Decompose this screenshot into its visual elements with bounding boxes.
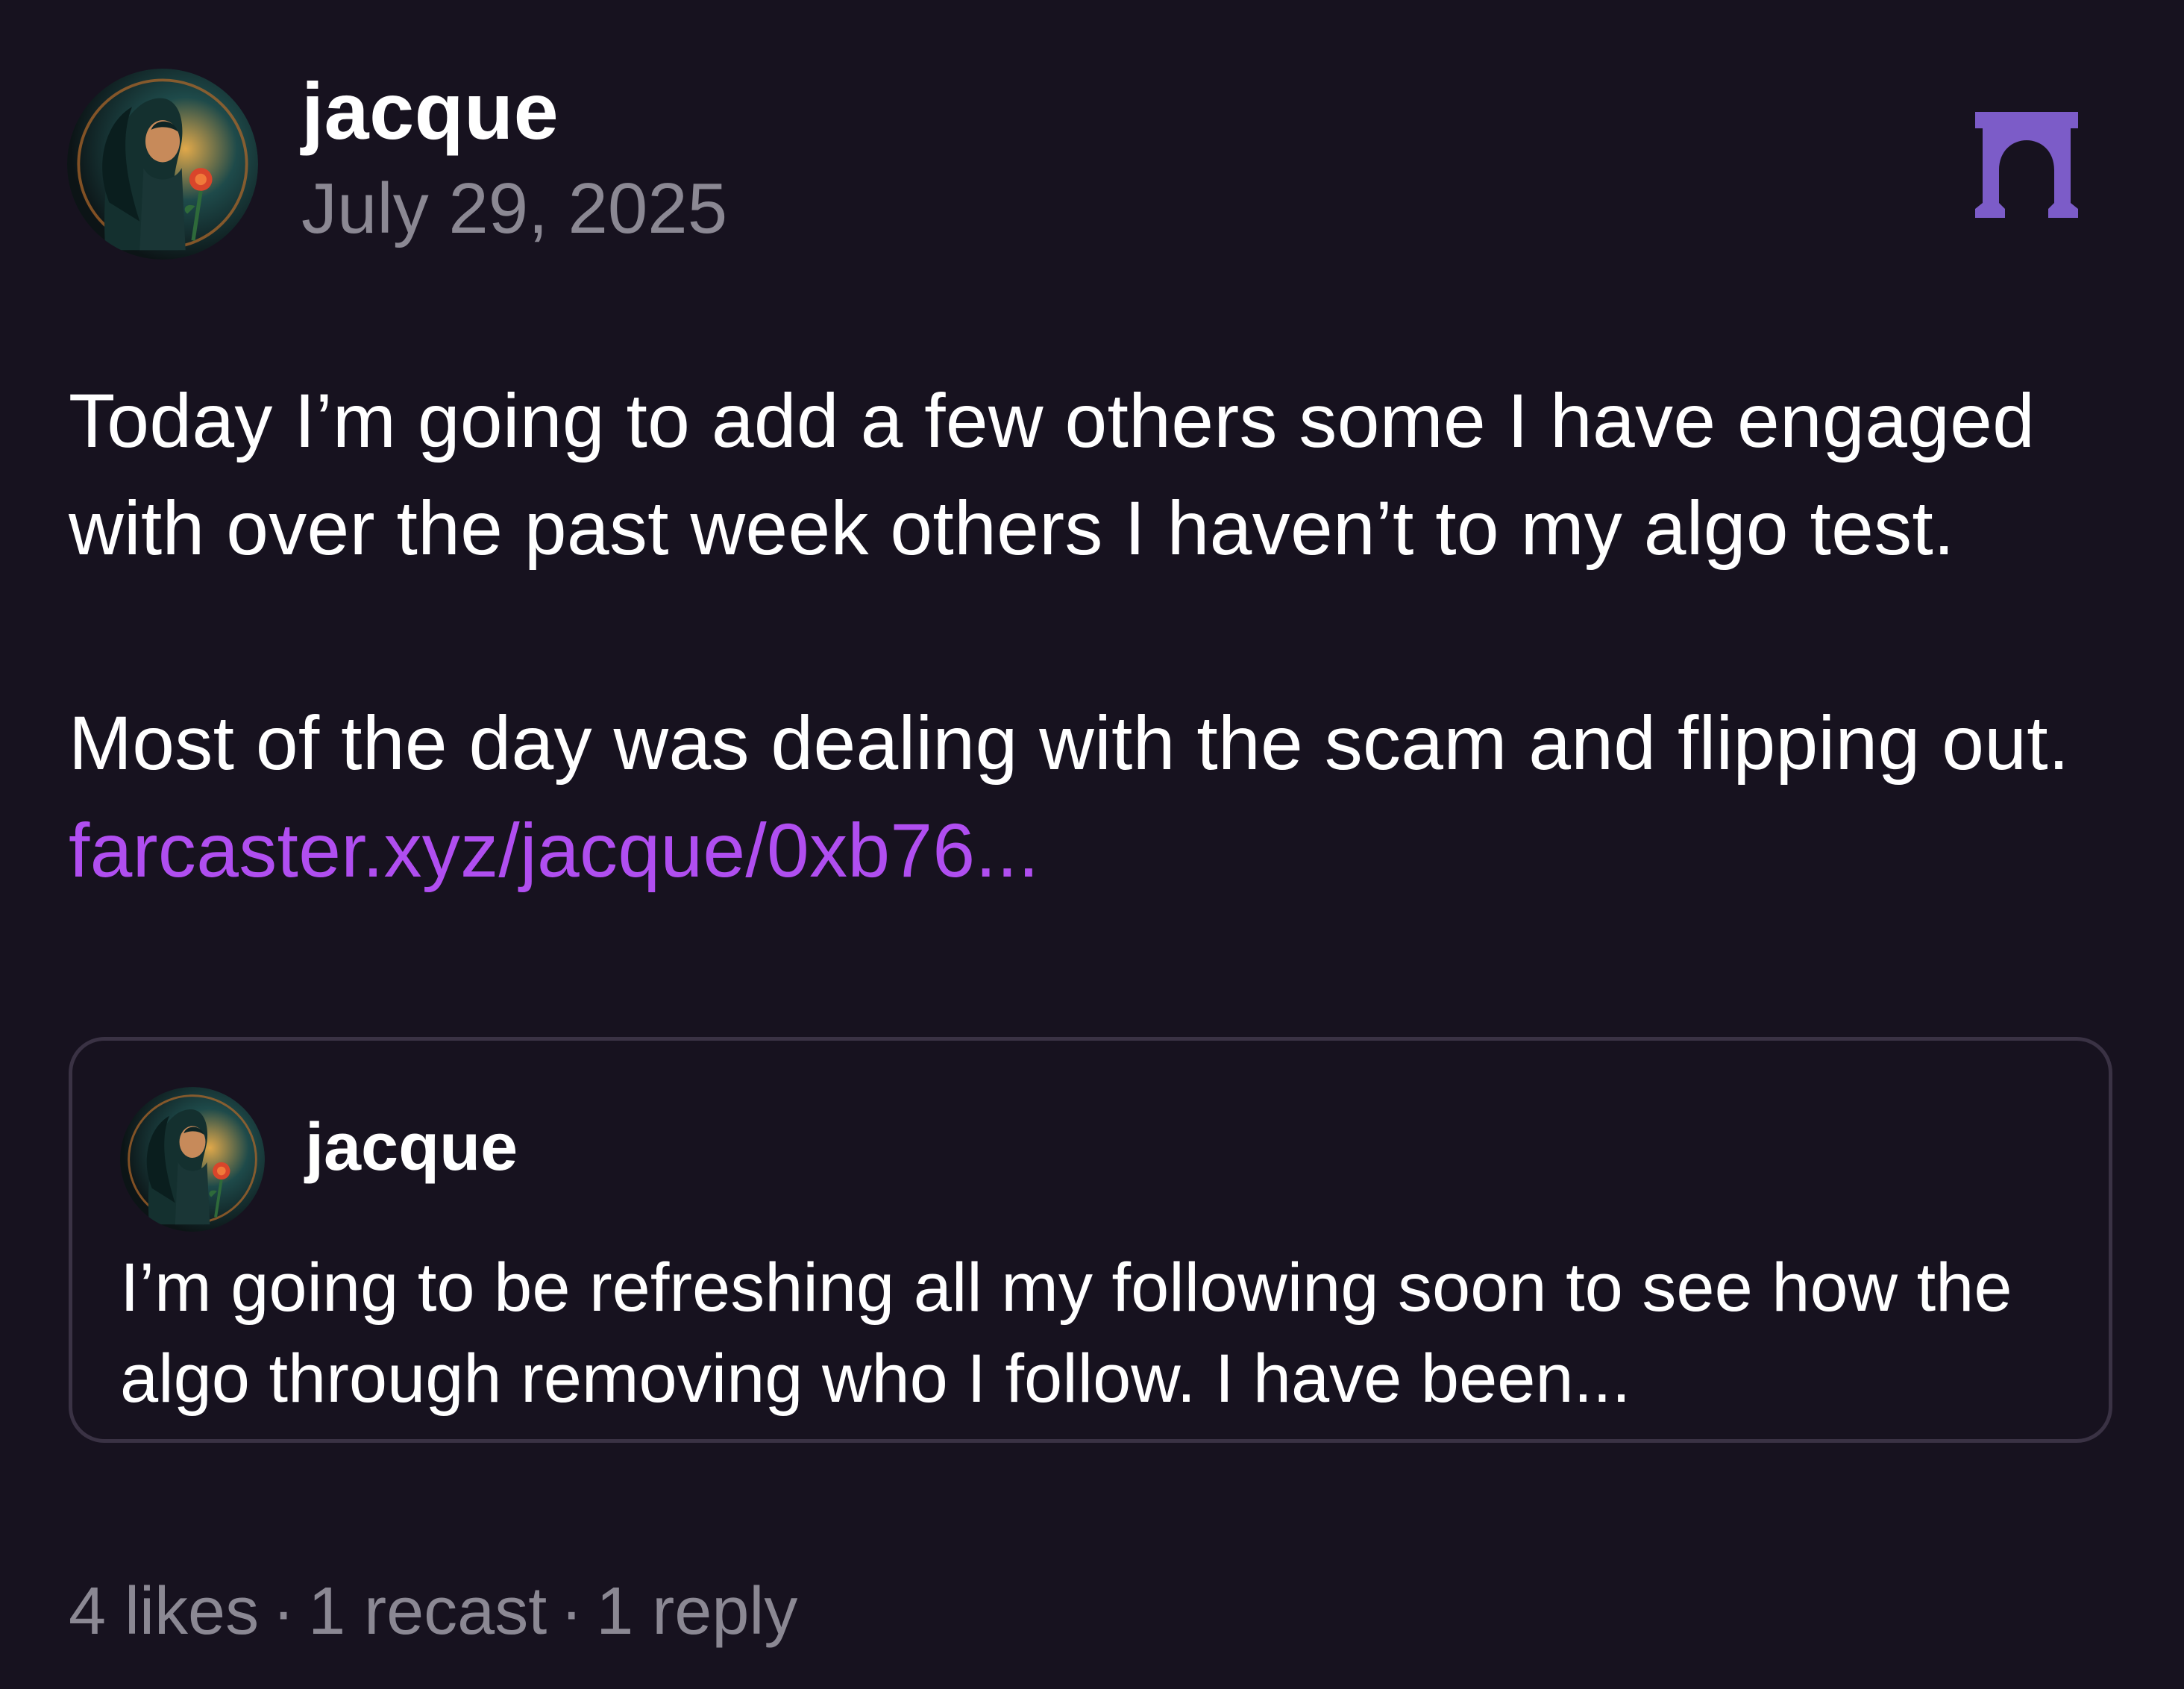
replies-count[interactable]: 1 reply bbox=[596, 1574, 797, 1649]
quoted-cast[interactable]: jacque I’m going to be refreshing all my… bbox=[69, 1037, 2112, 1443]
post-link[interactable]: farcaster.xyz/jacque/0xb76... bbox=[69, 808, 1039, 893]
post-date[interactable]: July 29, 2025 bbox=[301, 164, 727, 254]
post-paragraph-1: Today I’m going to add a few others some… bbox=[69, 378, 2036, 571]
post-paragraph-2: Most of the day was dealing with the sca… bbox=[69, 689, 2127, 904]
quote-text: I’m going to be refreshing all my follow… bbox=[120, 1250, 2012, 1417]
cast-card: jacque July 29, 2025 Today I’m going to … bbox=[0, 0, 2184, 1689]
stats-separator: · bbox=[272, 1574, 295, 1649]
avatar-image bbox=[67, 69, 258, 260]
quote-author-avatar[interactable] bbox=[120, 1087, 265, 1232]
arch-icon[interactable] bbox=[1966, 112, 2087, 218]
recasts-count[interactable]: 1 recast bbox=[308, 1574, 547, 1649]
likes-count[interactable]: 4 likes bbox=[69, 1574, 259, 1649]
cast-stats: 4 likes · 1 recast · 1 reply bbox=[69, 1567, 797, 1656]
post-paragraph-2-text: Most of the day was dealing with the sca… bbox=[69, 701, 2070, 786]
quote-avatar-image bbox=[120, 1087, 265, 1232]
author-name[interactable]: jacque bbox=[301, 63, 559, 160]
quote-author-name[interactable]: jacque bbox=[305, 1106, 518, 1188]
author-avatar[interactable] bbox=[67, 69, 258, 260]
post-body: Today I’m going to add a few others some… bbox=[69, 367, 2127, 904]
stats-separator: · bbox=[560, 1574, 583, 1649]
